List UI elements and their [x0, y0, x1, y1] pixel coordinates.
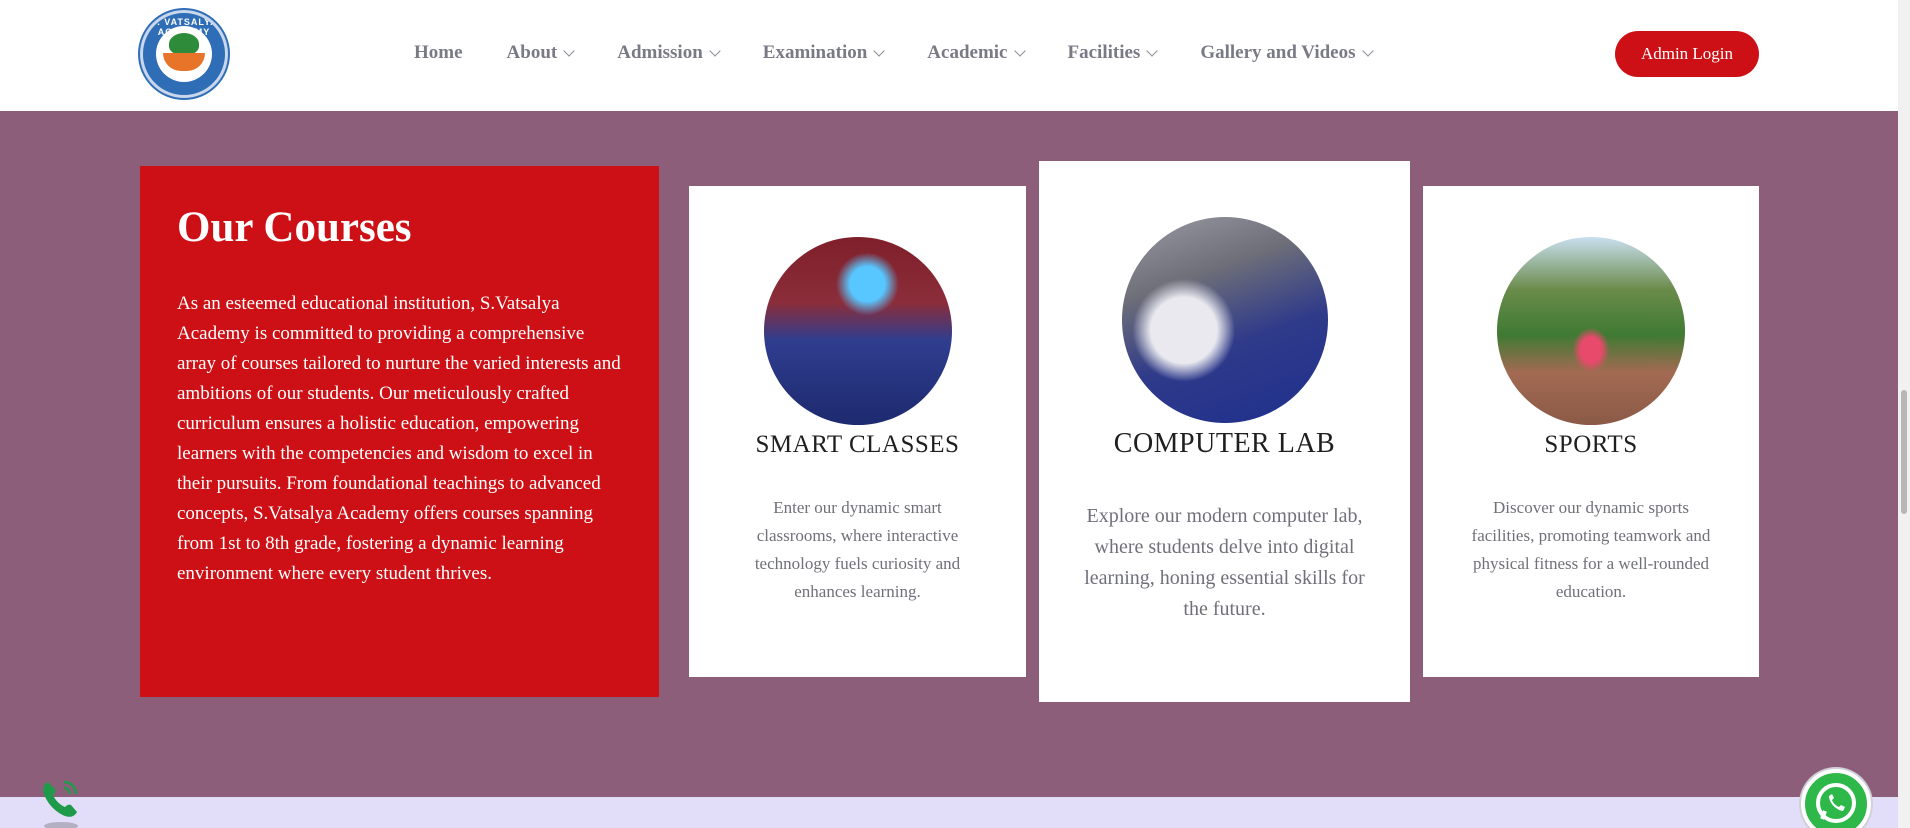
chevron-down-icon	[1361, 44, 1374, 57]
nav-label: Facilities	[1067, 42, 1141, 63]
nav-about[interactable]: About	[506, 42, 575, 64]
nav-academic[interactable]: Academic	[927, 42, 1026, 64]
chevron-down-icon	[1146, 44, 1158, 57]
card-description: Enter our dynamic smart classrooms, wher…	[754, 498, 961, 601]
whatsapp-icon[interactable]	[1801, 769, 1871, 828]
card-title: SMART CLASSES	[755, 431, 960, 458]
card-title: SPORTS	[1544, 431, 1638, 458]
smart-classes-photo	[763, 237, 952, 425]
chevron-down-icon	[563, 44, 575, 57]
course-card-smart-classes[interactable]: SMART CLASSES Enter our dynamic smart cl…	[689, 186, 1026, 677]
computer-lab-photo	[1121, 217, 1328, 423]
nav-admission[interactable]: Admission	[617, 42, 721, 64]
nav-label: Admission	[617, 42, 703, 63]
site-header: S. VATSALYA ACADEMY Home About Admission…	[0, 0, 1898, 111]
nav-label: Home	[414, 42, 463, 63]
chevron-down-icon	[1013, 44, 1026, 57]
course-card-sports[interactable]: SPORTS Discover our dynamic sports facil…	[1423, 186, 1759, 677]
main-nav: Home About Admission Examination Academi…	[414, 42, 1416, 64]
section-description: As an esteemed educational institution, …	[177, 293, 621, 585]
next-section-band	[0, 797, 1898, 828]
nav-label: Gallery and Videos	[1200, 42, 1356, 63]
card-title: COMPUTER LAB	[1113, 428, 1336, 459]
academy-logo[interactable]: S. VATSALYA ACADEMY	[140, 10, 228, 98]
nav-label: Academic	[927, 42, 1008, 63]
logo-tree-icon	[169, 33, 199, 55]
nav-label: About	[506, 42, 558, 63]
page-scrollbar[interactable]	[1898, 0, 1910, 828]
nav-gallery-and-videos[interactable]: Gallery and Videos	[1200, 42, 1374, 64]
chevron-down-icon	[709, 44, 721, 57]
scrollbar-thumb[interactable]	[1901, 390, 1907, 514]
section-title: Our Courses	[177, 204, 412, 251]
card-description: Discover our dynamic sports facilities, …	[1471, 498, 1711, 601]
course-card-computer-lab[interactable]: COMPUTER LAB Explore our modern computer…	[1039, 161, 1410, 702]
nav-examination[interactable]: Examination	[762, 42, 885, 64]
phone-call-icon[interactable]	[38, 776, 84, 822]
our-courses-panel: Our Courses As an esteemed educational i…	[140, 166, 659, 697]
phone-icon-shadow	[44, 822, 78, 828]
nav-facilities[interactable]: Facilities	[1067, 42, 1158, 64]
admin-login-button[interactable]: Admin Login	[1615, 31, 1759, 77]
sports-photo	[1497, 237, 1685, 425]
chevron-down-icon	[873, 44, 885, 57]
nav-label: Examination	[762, 42, 868, 63]
nav-home[interactable]: Home	[414, 42, 463, 64]
card-description: Explore our modern computer lab, where s…	[1084, 505, 1365, 620]
